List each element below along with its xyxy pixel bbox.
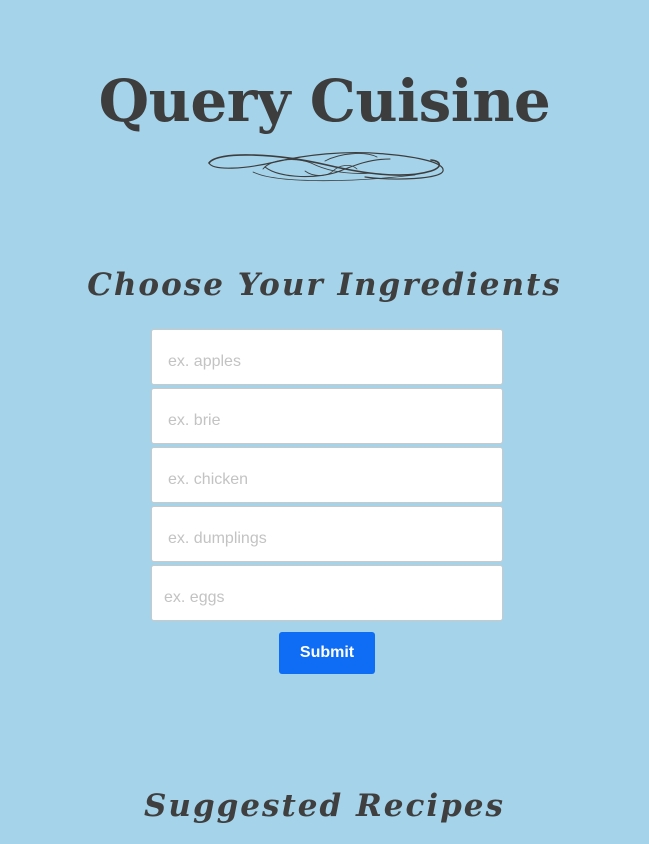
- app-title: Query Cuisine: [98, 66, 551, 135]
- ingredients-heading: Choose Your Ingredients: [87, 266, 562, 303]
- suggested-recipes-heading: Suggested Recipes: [144, 787, 505, 824]
- ingredient-input-1[interactable]: [151, 329, 503, 385]
- ingredient-input-4[interactable]: [151, 506, 503, 562]
- ingredient-input-2[interactable]: [151, 388, 503, 444]
- submit-button[interactable]: Submit: [279, 632, 375, 674]
- flourish-divider-icon: [208, 151, 444, 182]
- ingredient-input-5[interactable]: [151, 565, 503, 621]
- ingredients-form: [151, 329, 503, 624]
- ingredient-input-3[interactable]: [151, 447, 503, 503]
